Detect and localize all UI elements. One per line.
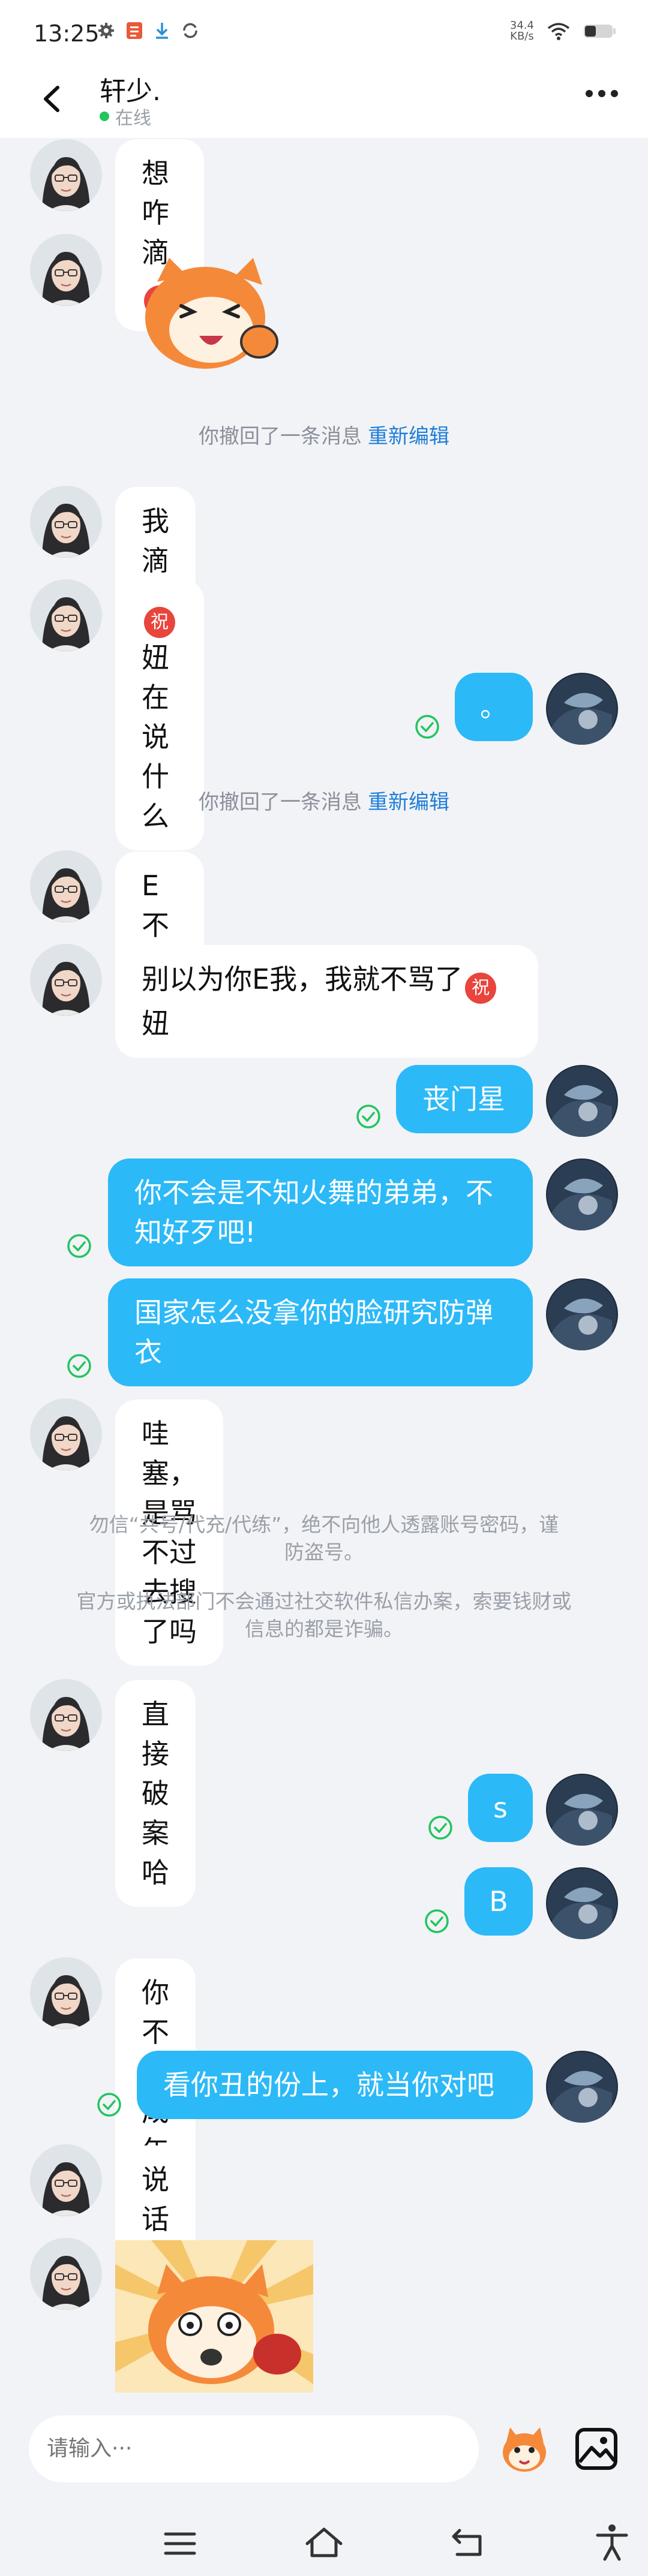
sticker-image[interactable]	[115, 2240, 313, 2393]
contact-avatar[interactable]	[30, 486, 102, 558]
my-avatar[interactable]	[546, 673, 618, 745]
status-bar: 13:25 34.4 KB/s	[0, 0, 648, 66]
read-check-icon	[428, 1816, 452, 1840]
chat-area[interactable]: 想咋滴祝 你撤回了一条消息重新编辑 我滴妈 祝妞在说什么 。	[0, 138, 648, 2393]
wifi-icon	[547, 23, 570, 40]
recall-notice: 你撤回了一条消息 重新编辑	[199, 425, 449, 449]
home-icon[interactable]	[304, 2526, 344, 2559]
contact-avatar[interactable]	[30, 1398, 102, 1470]
read-check-icon	[67, 1354, 91, 1378]
contact-avatar[interactable]	[30, 2144, 102, 2216]
re-edit-link[interactable]: 重新编辑	[368, 425, 449, 449]
message-bubble[interactable]: 国家怎么没拿你的脸研究防弹 衣	[108, 1278, 533, 1386]
download-icon	[156, 23, 168, 39]
my-avatar[interactable]	[546, 1867, 618, 1939]
message-bubble[interactable]: 丧门星	[396, 1065, 533, 1133]
my-avatar[interactable]	[546, 2051, 618, 2123]
re-edit-link[interactable]: 重新编辑	[368, 790, 449, 814]
message-bubble[interactable]: s	[468, 1774, 533, 1842]
online-status-label: 在线	[115, 108, 151, 129]
read-check-icon	[425, 1909, 449, 1933]
contact-avatar[interactable]	[30, 944, 102, 1016]
sync-icon	[183, 23, 197, 38]
my-avatar[interactable]	[546, 1774, 618, 1846]
accessibility-icon[interactable]	[594, 2523, 630, 2562]
read-check-icon	[415, 715, 439, 739]
battery-icon	[584, 25, 616, 38]
gear-icon	[98, 23, 114, 38]
recall-notice: 你撤回了一条消息 重新编辑	[199, 790, 449, 814]
read-check-icon	[67, 1234, 91, 1258]
message-bubble[interactable]: 你不会是不知火舞的弟弟，不 知好歹吧!	[108, 1158, 533, 1266]
more-options-button[interactable]	[586, 90, 618, 97]
net-speed: 34.4 KB/s	[509, 19, 534, 43]
back-arrow-icon	[44, 86, 59, 112]
app-notification-icon	[127, 22, 142, 39]
my-avatar[interactable]	[546, 1065, 618, 1137]
contact-avatar[interactable]	[30, 234, 102, 306]
sticker-icon[interactable]	[497, 2421, 552, 2476]
status-system-icons: 34.4 KB/s	[510, 20, 617, 42]
my-avatar[interactable]	[546, 1158, 618, 1230]
return-icon[interactable]	[449, 2526, 487, 2559]
contact-avatar[interactable]	[30, 579, 102, 651]
message-bubble[interactable]: 看你丑的份上，就当你对吧	[137, 2051, 533, 2119]
my-avatar[interactable]	[546, 1278, 618, 1350]
message-bubble[interactable]: 别以为你E我，我就不骂了祝 妞	[115, 945, 538, 1058]
message-bubble[interactable]: 。	[455, 673, 533, 741]
emoji-icon: 祝	[144, 607, 175, 638]
message-bubble[interactable]: 直接破案哈	[115, 1680, 196, 1907]
chat-header: 轩少. 在线	[0, 66, 648, 138]
read-check-icon	[97, 2093, 121, 2117]
menu-icon[interactable]	[162, 2529, 198, 2558]
online-dot-icon	[100, 112, 109, 121]
input-bar	[0, 2393, 648, 2510]
contact-avatar[interactable]	[30, 1957, 102, 2029]
contact-avatar[interactable]	[30, 1679, 102, 1751]
back-button[interactable]	[32, 78, 74, 120]
message-input[interactable]	[29, 2415, 479, 2482]
status-notification-icons	[97, 22, 199, 40]
system-nav-bar	[0, 2510, 648, 2576]
online-status: 在线	[100, 103, 151, 130]
contact-avatar[interactable]	[30, 139, 102, 211]
contact-name[interactable]: 轩少.	[100, 70, 161, 108]
contact-avatar[interactable]	[30, 850, 102, 922]
message-bubble[interactable]: B	[464, 1867, 533, 1936]
image-icon[interactable]	[574, 2426, 619, 2472]
contact-avatar[interactable]	[30, 2238, 102, 2310]
status-time: 13:25	[34, 20, 100, 47]
emoji-icon: 祝	[465, 973, 497, 1004]
read-check-icon	[356, 1105, 380, 1128]
safety-notice: 勿信“共号/代充/代练”，绝不向他人透露账号密码，谨 防盗号。 官方或执法部门不…	[76, 1513, 572, 1641]
sticker-image[interactable]	[133, 246, 289, 378]
more-dots-icon	[586, 90, 593, 97]
